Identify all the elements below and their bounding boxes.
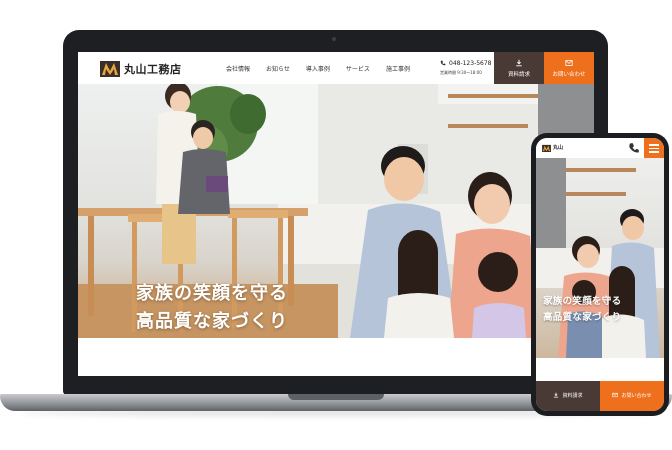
phone-number: 048-123-5678 [449, 60, 492, 67]
mobile-mail-icon [612, 392, 619, 398]
hero-catchcopy: 家族の笑顔を守る 高品質な家づくり [136, 280, 288, 336]
laptop-screen: 丸山工務店 会社情報 お知らせ 導入事例 サービス 施工事例 048-123-5… [78, 52, 594, 376]
hamburger-menu-icon[interactable] [644, 138, 664, 158]
nav-item-company[interactable]: 会社情報 [226, 64, 250, 73]
mobile-content-area [536, 358, 664, 381]
laptop-camera [332, 37, 336, 41]
mobile-header: 丸山 [536, 138, 664, 158]
hero-line-2: 高品質な家づくり [136, 311, 288, 332]
nav-item-works[interactable]: 施工事例 [386, 64, 410, 73]
phone-icon [440, 60, 446, 66]
header-phone[interactable]: 048-123-5678 [440, 60, 492, 67]
laptop-notch [288, 394, 384, 400]
nav-item-cases[interactable]: 導入事例 [306, 64, 330, 73]
mobile-hero-photo [536, 158, 664, 358]
hero-line-1: 家族の笑顔を守る [136, 283, 288, 304]
mobile-hero-line-1: 家族の笑顔を守る [543, 296, 622, 307]
mobile-logo-icon [542, 144, 551, 152]
hero-section: 家族の笑顔を守る 高品質な家づくり [78, 84, 594, 338]
mobile-hero-line-2: 高品質な家づくり [543, 312, 622, 323]
business-hours: 営業時間 9:30～18:00 [440, 70, 482, 75]
phone-screen: 丸山 家族の笑顔を守る 高品質な家づくり 資料請求 お問い合わせ [536, 138, 664, 411]
request-docs-button[interactable]: 資料請求 [494, 52, 544, 84]
mobile-request-docs-label: 資料請求 [562, 393, 583, 399]
main-nav: 会社情報 お知らせ 導入事例 サービス 施工事例 [226, 64, 426, 73]
mobile-hero-catchcopy: 家族の笑顔を守る 高品質な家づくり [543, 294, 621, 326]
content-area [78, 338, 594, 376]
request-docs-label: 資料請求 [507, 72, 530, 78]
mobile-phone-icon[interactable] [628, 142, 640, 154]
contact-label: お問い合わせ [552, 72, 586, 78]
mobile-request-docs-button[interactable]: 資料請求 [536, 381, 600, 411]
mobile-hero: 家族の笑顔を守る 高品質な家づくり [536, 158, 664, 358]
mobile-contact-button[interactable]: お問い合わせ [600, 381, 664, 411]
contact-button[interactable]: お問い合わせ [544, 52, 594, 84]
nav-item-service[interactable]: サービス [346, 64, 370, 73]
mobile-contact-label: お問い合わせ [621, 393, 652, 399]
site-header: 丸山工務店 会社情報 お知らせ 導入事例 サービス 施工事例 048-123-5… [78, 52, 594, 84]
mobile-logo-text[interactable]: 丸山 [553, 144, 563, 151]
download-icon [516, 59, 522, 67]
logo-icon [100, 61, 120, 77]
mail-icon [565, 60, 573, 66]
nav-item-news[interactable]: お知らせ [266, 64, 290, 73]
mobile-download-icon [554, 392, 559, 398]
site-logo-text[interactable]: 丸山工務店 [124, 61, 182, 77]
